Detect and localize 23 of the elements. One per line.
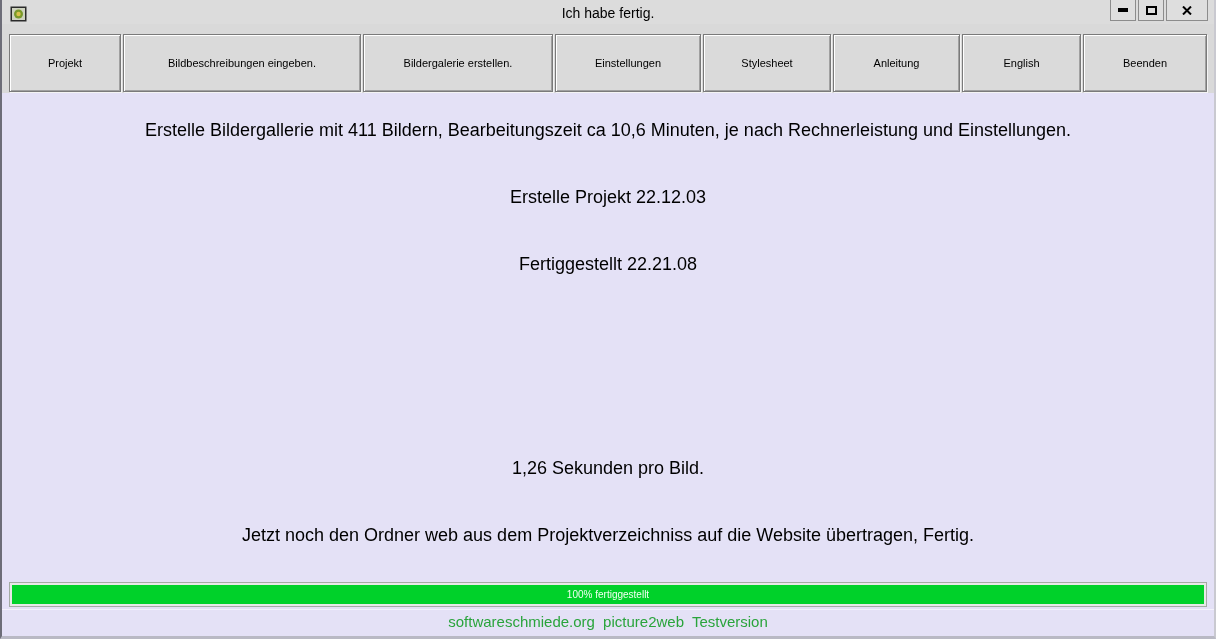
app-icon [10,6,27,22]
window-title: Ich habe fertig. [561,5,655,21]
status-message: Erstelle Projekt 22.12.03 [509,186,707,208]
toolbar-button[interactable]: Projekt [9,34,121,92]
toolbar-button[interactable]: Bildbeschreibungen eingeben. [123,34,361,92]
status-message: 1,26 Sekunden pro Bild. [511,457,705,479]
close-icon [1182,5,1192,15]
close-button[interactable] [1166,0,1208,21]
maximize-button[interactable] [1138,0,1164,21]
footer-text: softwareschmiede.org picture2web Testversion [448,613,768,632]
toolbar-button[interactable]: Stylesheet [703,34,831,92]
status-message: Fertiggestellt 22.21.08 [518,253,698,275]
toolbar-button[interactable]: Bildergalerie erstellen. [363,34,553,92]
toolbar-button[interactable]: English [962,34,1081,92]
toolbar-button[interactable]: Beenden [1083,34,1207,92]
toolbar-button[interactable]: Anleitung [833,34,960,92]
maximize-icon [1145,5,1157,15]
toolbar-button[interactable]: Einstellungen [555,34,701,92]
progress-label: 100% fertiggestellt [566,589,650,601]
status-message: Jetzt noch den Ordner web aus dem Projektverzeichniss auf die Website übertragen, Fertig. [241,524,974,546]
minimize-icon [1118,8,1128,12]
status-message: Erstelle Bildergallerie mit 411 Bildern, Bearbeitungszeit ca 10,6 Minuten, je nach Rechnerleistung und Einstellungen. [144,119,1072,141]
minimize-button[interactable] [1110,0,1136,21]
